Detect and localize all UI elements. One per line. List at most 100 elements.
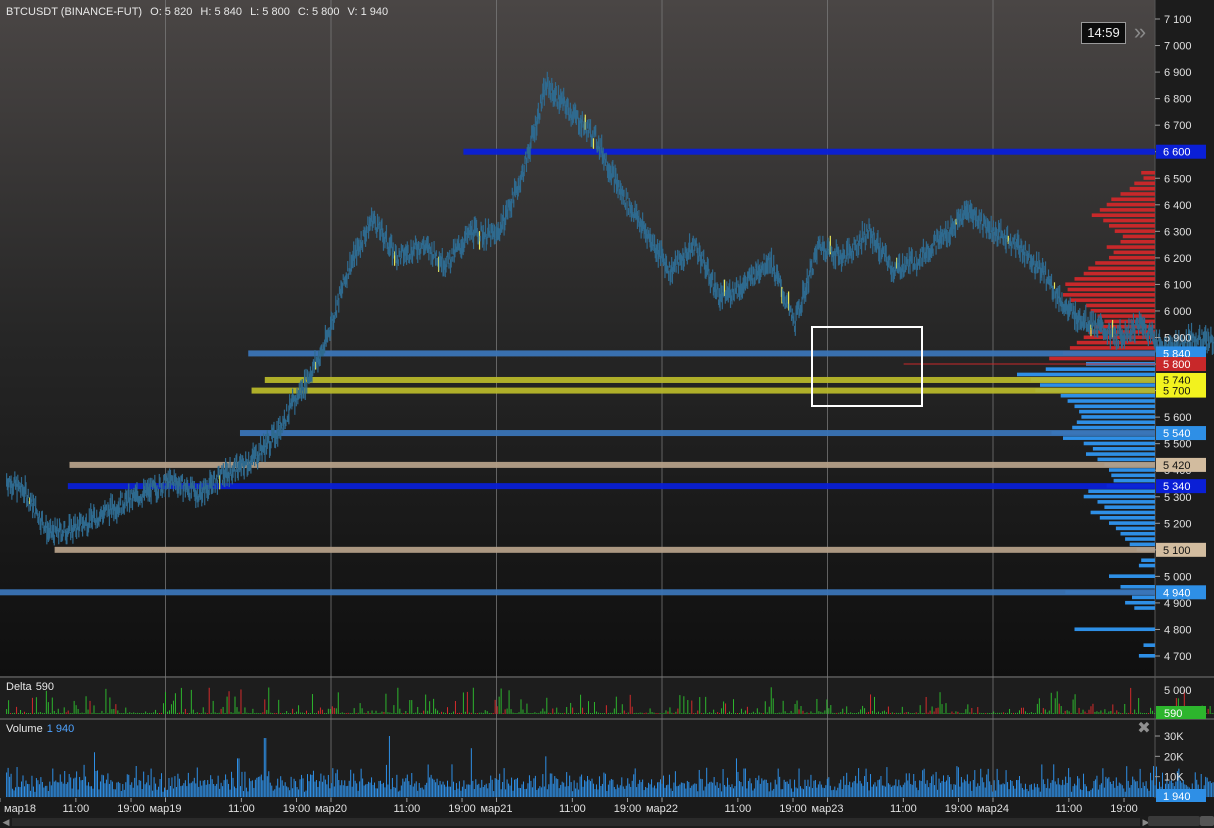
time-tick-label: 19:00 [283,803,311,815]
volume-profile-buy-bar [1090,510,1155,515]
volume-profile-buy-bar [1063,436,1155,440]
volume-tick-label: 30K [1164,731,1184,743]
last-price-tag-label: 5 800 [1163,359,1191,371]
level-price-tag-label: 5 340 [1163,481,1191,493]
volume-tick-label: 10K [1164,772,1184,784]
volume-profile-sell-bar [1120,239,1155,244]
price-tick-label: 5 300 [1164,492,1192,504]
volume-profile-sell-bar [1086,303,1155,308]
horizontal-level-line[interactable] [264,376,1155,383]
volume-profile-sell-bar [1111,197,1155,202]
delta-pane-header: Delta 590 [6,681,54,693]
volume-profile-sell-bar [1069,298,1155,302]
volume-pane-header: Volume 1 940 [6,723,74,735]
level-price-tag-label: 5 540 [1163,428,1191,440]
delta-pane-background [0,678,1214,718]
price-tick-label: 6 000 [1164,306,1192,318]
volume-profile-sell-bar [1129,186,1155,191]
horizontal-scrollbar[interactable] [12,818,1140,826]
price-tick-label: 5 500 [1164,439,1192,451]
volume-profile-buy-bar [1129,542,1155,547]
price-tick-label: 6 700 [1164,120,1192,132]
horizontal-level-line[interactable] [239,430,1156,437]
volume-profile-sell-bar [1074,277,1155,281]
price-tick-label: 4 900 [1164,598,1192,610]
volume-profile-sell-bar [1090,308,1155,313]
volume-profile-buy-bar [1111,473,1155,478]
time-tick-label: 19:00 [779,803,807,815]
chart-window: 7 100 7 000 6 900 6 800 6 700 6 600 6 500 6 400… [0,0,1214,828]
volume-profile-buy-bar [1092,446,1155,451]
volume-profile-buy-bar [1143,643,1155,647]
volume-profile-buy-bar [1083,441,1155,446]
volume-profile-buy-bar [1088,489,1155,494]
open-value: O: 5 820 [150,6,193,18]
double-chevron-right-icon[interactable]: » [1128,20,1152,44]
volume-profile-sell-bar [1109,255,1155,260]
volume-profile-buy-bar [1040,383,1155,387]
volume-profile-sell-bar [1141,170,1155,175]
volume-pane-value: 1 940 [46,723,75,735]
level-price-tag-label: 5 700 [1163,386,1191,398]
volume-profile-buy-bar [1079,409,1155,414]
volume-profile-sell-bar [1120,192,1155,196]
time-tick-label: 11:00 [228,803,255,815]
volume-profile-sell-bar [1083,271,1155,276]
price-tick-label: 4 700 [1164,651,1192,663]
volume-profile-sell-bar [1103,218,1155,223]
volume-profile-buy-bar [1125,600,1155,605]
time-tick-label: мар24 [977,803,1009,815]
volume-profile-sell-bar [1065,282,1155,287]
time-tick-label: 11:00 [559,803,586,815]
close-icon[interactable]: ✖ [1136,721,1152,737]
price-tick-label: 5 900 [1164,333,1192,345]
scrollbar-handle[interactable] [1200,816,1214,826]
volume-profile-buy-bar [1120,531,1155,536]
volume-profile-sell-bar [1088,266,1155,271]
time-tick-label: 11:00 [1055,803,1082,815]
level-price-tag-label: 5 100 [1163,545,1191,557]
time-tick-label: 19:00 [117,803,145,815]
price-tick-label: 6 900 [1164,67,1192,79]
volume-profile-sell-bar [1134,181,1155,186]
volume-profile-buy-bar [1125,537,1155,541]
horizontal-level-line[interactable] [248,350,1155,357]
volume-profile-sell-bar [1106,202,1155,207]
low-value: L: 5 800 [250,6,290,18]
scrollbar-thumb[interactable] [1148,816,1200,826]
volume-profile-sell-bar [1049,356,1155,361]
volume-profile-buy-bar [1104,505,1155,509]
volume-profile-buy-bar [1115,526,1155,531]
volume-profile-buy-bar [1097,500,1155,504]
horizontal-level-line[interactable] [54,546,1156,553]
volume-profile-sell-bar [1109,224,1155,228]
volume-profile-sell-bar [1122,234,1155,239]
time-tick-label: мар23 [811,803,843,815]
price-tick-label: 4 800 [1164,624,1192,636]
volume-profile-buy-bar [1109,468,1155,472]
horizontal-level-line[interactable] [463,148,1155,155]
time-tick-label: 19:00 [614,803,642,815]
horizontal-level-line[interactable] [0,589,1155,596]
delta-title: Delta [6,681,32,693]
volume-profile-sell-bar [1067,287,1155,292]
volume-profile-buy-bar [1099,515,1155,520]
volume-profile-buy-bar [1072,425,1155,430]
volume-profile-sell-bar [1063,293,1155,297]
time-tick-label: 19:00 [945,803,973,815]
time-tick-label: 11:00 [724,803,751,815]
volume-profile-buy-bar [1109,521,1155,525]
volume-profile-buy-bar [1067,399,1155,403]
volume-profile-buy-bar [1132,595,1155,600]
horizontal-level-line[interactable] [67,483,1156,490]
trading-chart[interactable]: 7 100 7 000 6 900 6 800 6 700 6 600 6 500 6 400… [0,0,1214,828]
volume-profile-buy-bar [1086,452,1155,456]
volume-profile-sell-bar [1143,176,1155,180]
triangle-left-icon[interactable]: ◀ [0,816,12,828]
volume-profile-sell-bar [1097,314,1155,318]
price-pane-background [0,0,1155,676]
volume-profile-buy-bar [1076,420,1155,425]
price-tick-label: 6 300 [1164,226,1192,238]
horizontal-level-line[interactable] [251,387,1155,394]
volume-profile-buy-bar [1138,654,1155,658]
